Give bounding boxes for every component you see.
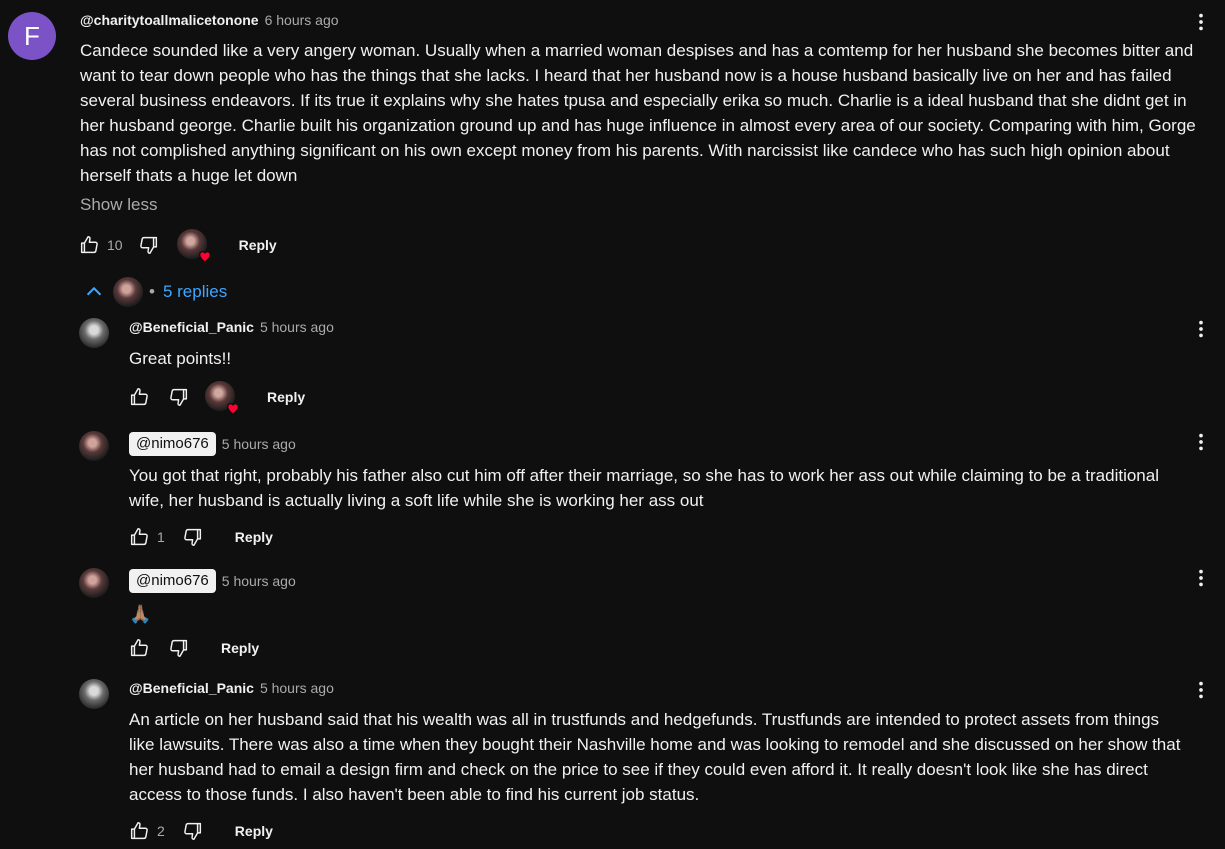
thumbs-up-icon (130, 528, 148, 546)
avatar[interactable]: F (8, 12, 56, 60)
thumbs-up-icon (130, 388, 148, 406)
reply-author-avatar (113, 277, 143, 307)
reply-author[interactable]: @Beneficial_Panic (129, 319, 254, 335)
more-vert-icon (1199, 681, 1203, 699)
comment-text: Candece sounded like a very angery woman… (80, 38, 1196, 188)
reply-actions: Reply (127, 381, 305, 415)
avatar[interactable] (79, 431, 109, 461)
more-actions-button[interactable] (1189, 678, 1213, 702)
thumbs-up-icon (80, 236, 98, 254)
thumbs-down-icon (183, 822, 201, 840)
reply-timestamp[interactable]: 5 hours ago (222, 573, 296, 589)
reply-header: @Beneficial_Panic 5 hours ago (129, 680, 334, 696)
thumbs-down-icon (139, 236, 157, 254)
comment-text-line: has not complished anything significant … (80, 141, 1170, 160)
comment-author[interactable]: @charitytoallmalicetonone (80, 12, 259, 28)
author-chip[interactable]: @nimo676 (129, 432, 216, 456)
reply-text-line: wife, her husband is actually living a s… (129, 491, 704, 510)
thumbs-up-icon (130, 639, 148, 657)
comment-text-line: her husband george. Charlie built his or… (80, 116, 1196, 135)
replies-toggle[interactable]: • 5 replies (83, 277, 227, 307)
comment-header: @charitytoallmalicetonone 6 hours ago (80, 12, 339, 28)
comment-text-line: Candece sounded like a very angery woman… (80, 41, 1194, 60)
reply-header: @nimo676 5 hours ago (129, 432, 296, 456)
dislike-button[interactable] (181, 525, 205, 549)
comment-text-line: several business endeavors. If its true … (80, 91, 1187, 110)
creator-heart (205, 381, 240, 415)
show-less-button[interactable]: Show less (80, 195, 157, 215)
chevron-up-icon (86, 286, 102, 296)
like-count: 10 (107, 237, 123, 253)
reply-text-line: access to those funds. I also haven't be… (129, 785, 700, 804)
thumbs-up-icon (130, 822, 148, 840)
more-actions-button[interactable] (1189, 566, 1213, 590)
more-actions-button[interactable] (1189, 317, 1213, 341)
reply-text: Great points!! (129, 346, 231, 371)
dislike-button[interactable] (181, 819, 205, 843)
creator-heart (176, 229, 211, 263)
reply-header: @Beneficial_Panic 5 hours ago (129, 319, 334, 335)
dislike-button[interactable] (167, 636, 191, 660)
reply-text-line: 🙏🏽 (129, 604, 152, 624)
like-button[interactable] (127, 525, 151, 549)
heart-icon (198, 251, 211, 263)
like-count: 2 (157, 823, 165, 839)
more-actions-button[interactable] (1189, 430, 1213, 454)
reply-text-line: An article on her husband said that his … (129, 710, 1160, 729)
more-vert-icon (1199, 13, 1203, 31)
reply-text-line: You got that right, probably his father … (129, 466, 1159, 485)
comment-text-line: herself thats a huge let down (80, 166, 298, 185)
reply-text: An article on her husband said that his … (129, 707, 1180, 807)
more-vert-icon (1199, 433, 1203, 451)
reply-header: @nimo676 5 hours ago (129, 569, 296, 593)
thumbs-down-icon (170, 388, 188, 406)
more-vert-icon (1199, 569, 1203, 587)
separator-dot: • (149, 282, 155, 301)
avatar[interactable] (79, 568, 109, 598)
heart-icon (226, 403, 240, 415)
reply-timestamp[interactable]: 5 hours ago (260, 680, 334, 696)
more-actions-button[interactable] (1189, 10, 1213, 34)
reply-actions: 2 Reply (127, 815, 273, 847)
avatar[interactable] (79, 679, 109, 709)
reply-button[interactable]: Reply (235, 529, 273, 545)
reply-button[interactable]: Reply (235, 823, 273, 839)
like-button[interactable] (127, 385, 151, 409)
reply-button[interactable]: Reply (239, 237, 277, 253)
reply-text-line: her husband had to email a design firm a… (129, 760, 1148, 779)
dislike-button[interactable] (167, 385, 191, 409)
like-button[interactable] (127, 636, 151, 660)
like-button[interactable] (77, 233, 101, 257)
reply-actions: Reply (127, 632, 259, 664)
reply-actions: 1 Reply (127, 521, 273, 553)
comment-timestamp[interactable]: 6 hours ago (265, 12, 339, 28)
dislike-button[interactable] (137, 233, 161, 257)
thumbs-down-icon (170, 639, 188, 657)
author-chip[interactable]: @nimo676 (129, 569, 216, 593)
reply-text: 🙏🏽 (129, 602, 151, 627)
more-vert-icon (1199, 320, 1203, 338)
comment-text-line: want to tear down people who has the thi… (80, 66, 1172, 85)
like-button[interactable] (127, 819, 151, 843)
reply-author[interactable]: @Beneficial_Panic (129, 680, 254, 696)
replies-count[interactable]: 5 replies (163, 282, 227, 302)
reply-timestamp[interactable]: 5 hours ago (260, 319, 334, 335)
reply-text: You got that right, probably his father … (129, 463, 1159, 513)
comment-actions: 10 Reply (77, 229, 277, 263)
thumbs-down-icon (183, 528, 201, 546)
reply-text-line: Great points!! (129, 349, 232, 368)
reply-button[interactable]: Reply (267, 389, 305, 405)
reply-button[interactable]: Reply (221, 640, 259, 656)
avatar[interactable] (79, 318, 109, 348)
reply-text-line: like lawsuits. There was also a time whe… (129, 735, 1181, 754)
reply-timestamp[interactable]: 5 hours ago (222, 436, 296, 452)
like-count: 1 (157, 529, 165, 545)
